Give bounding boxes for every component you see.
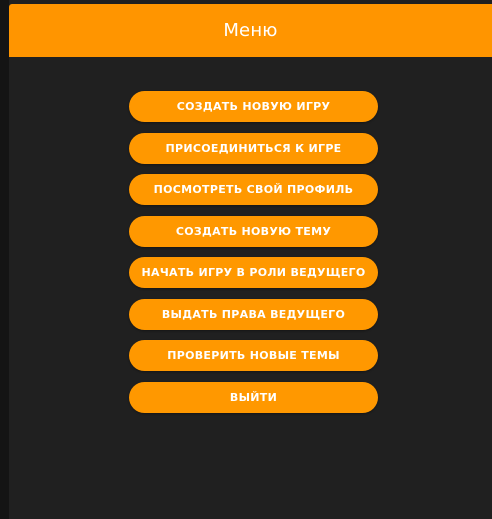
- app-header: Меню: [9, 4, 492, 57]
- create-new-topic-button[interactable]: СОЗДАТЬ НОВУЮ ТЕМУ: [129, 215, 378, 247]
- main-menu: СОЗДАТЬ НОВУЮ ИГРУ ПРИСОЕДИНИТЬСЯ К ИГРЕ…: [129, 91, 378, 413]
- page-title: Меню: [223, 20, 278, 41]
- check-new-topics-button[interactable]: ПРОВЕРИТЬ НОВЫЕ ТЕМЫ: [129, 340, 378, 371]
- logout-button[interactable]: ВЫЙТИ: [129, 381, 378, 413]
- create-new-game-button[interactable]: СОЗДАТЬ НОВУЮ ИГРУ: [129, 91, 378, 122]
- left-edge-strip: [0, 0, 9, 519]
- menu-button-label: ВЫДАТЬ ПРАВА ВЕДУЩЕГО: [161, 307, 346, 321]
- join-game-button[interactable]: ПРИСОЕДИНИТЬСЯ К ИГРЕ: [129, 132, 378, 164]
- grant-host-rights-button[interactable]: ВЫДАТЬ ПРАВА ВЕДУЩЕГО: [129, 298, 378, 330]
- menu-button-label: СОЗДАТЬ НОВУЮ ИГРУ: [176, 100, 331, 113]
- menu-button-label: СОЗДАТЬ НОВУЮ ТЕМУ: [175, 224, 332, 238]
- menu-button-label: ВЫЙТИ: [229, 390, 278, 404]
- menu-button-label: ПОСМОТРЕТЬ СВОЙ ПРОФИЛЬ: [153, 183, 354, 196]
- menu-button-label: ПРИСОЕДИНИТЬСЯ К ИГРЕ: [165, 141, 342, 155]
- start-game-as-host-button[interactable]: НАЧАТЬ ИГРУ В РОЛИ ВЕДУЩЕГО: [129, 257, 378, 288]
- view-profile-button[interactable]: ПОСМОТРЕТЬ СВОЙ ПРОФИЛЬ: [129, 174, 378, 205]
- app-window: Меню СОЗДАТЬ НОВУЮ ИГРУ ПРИСОЕДИНИТЬСЯ К…: [0, 0, 492, 519]
- menu-button-label: НАЧАТЬ ИГРУ В РОЛИ ВЕДУЩЕГО: [141, 266, 366, 279]
- menu-button-label: ПРОВЕРИТЬ НОВЫЕ ТЕМЫ: [167, 349, 340, 362]
